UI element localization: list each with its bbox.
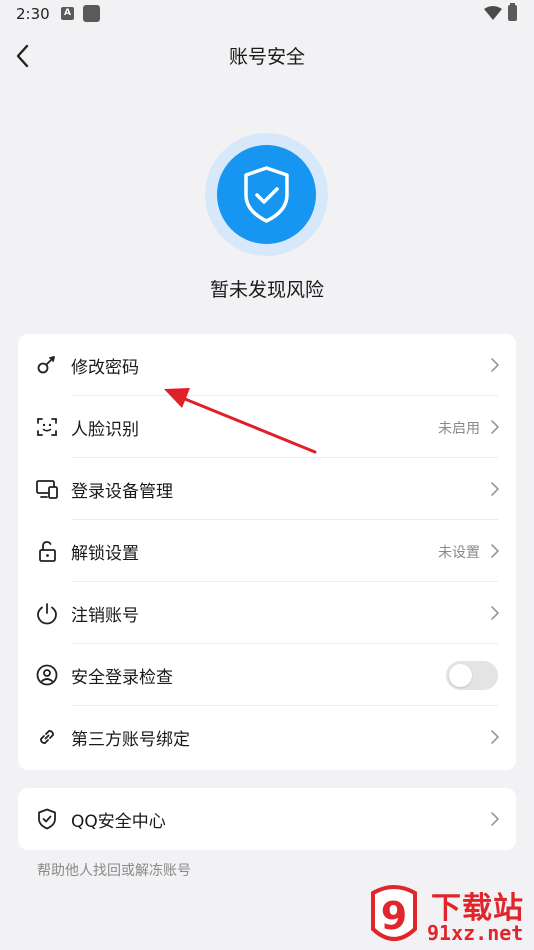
notification-square-icon (83, 5, 100, 22)
link-icon (40, 730, 54, 744)
chevron-right-icon (491, 482, 499, 496)
chevron-right-icon (491, 730, 499, 744)
menu-item-label: 解锁设置 (71, 544, 139, 564)
menu-item-label: 安全登录检查 (71, 668, 173, 688)
watermark: 9 下载站 91xz.net (365, 883, 534, 950)
menu-item-value: 未启用 (438, 421, 480, 437)
menu-item-label: 修改密码 (71, 358, 139, 378)
menu-item-label: 人脸识别 (71, 420, 139, 440)
header: 账号安全 (0, 30, 534, 80)
key-icon (37, 356, 55, 374)
status-time: 2:30 (16, 5, 50, 23)
menu-item-label: 注销账号 (71, 606, 139, 626)
menu-item-qq-security-center[interactable]: QQ安全中心 (18, 788, 516, 850)
chevron-right-icon (491, 420, 499, 434)
toggle-knob (449, 664, 472, 687)
menu-item-device-management[interactable]: 登录设备管理 (18, 458, 516, 520)
security-status-text: 暂未发现风险 (209, 279, 324, 301)
face-scan-icon (37, 418, 57, 436)
security-menu-card: 修改密码 人脸识别 未启用 登录设备管理 解锁设置 未设置 注销账号 安全登录检… (18, 334, 516, 770)
chevron-right-icon (491, 544, 499, 558)
security-shield-badge (205, 133, 328, 256)
help-others-recover-link[interactable]: 帮助他人找回或解冻账号 (37, 860, 191, 880)
menu-item-face-recognition[interactable]: 人脸识别 未启用 (18, 396, 516, 458)
watermark-logo-icon: 9 (371, 885, 417, 941)
chevron-right-icon (491, 812, 499, 826)
menu-item-label: 登录设备管理 (71, 482, 173, 502)
menu-item-value: 未设置 (438, 545, 480, 561)
watermark-logo-text: 9 (381, 894, 407, 938)
power-icon (37, 603, 57, 625)
notification-a-icon: A (61, 7, 74, 20)
shield-check-icon (38, 808, 56, 830)
qq-security-center-card: QQ安全中心 (18, 788, 516, 850)
wifi-icon (484, 6, 502, 20)
menu-item-change-password[interactable]: 修改密码 (18, 334, 516, 396)
watermark-url: 91xz.net (427, 921, 524, 945)
menu-item-label: 第三方账号绑定 (71, 730, 190, 750)
chevron-right-icon (491, 358, 499, 372)
page-title: 账号安全 (228, 46, 305, 68)
menu-item-third-party-binding[interactable]: 第三方账号绑定 (18, 706, 516, 768)
secure-login-check-toggle[interactable] (446, 661, 498, 690)
chevron-right-icon (491, 606, 499, 620)
status-bar: 2:30 A (0, 0, 534, 28)
menu-item-label: QQ安全中心 (71, 812, 166, 832)
shield-check-icon (244, 166, 289, 223)
unlock-icon (39, 541, 56, 562)
devices-icon (36, 480, 58, 499)
menu-item-secure-login-check: 安全登录检查 (18, 644, 516, 706)
battery-icon (508, 3, 517, 21)
menu-item-delete-account[interactable]: 注销账号 (18, 582, 516, 644)
user-circle-icon (36, 664, 58, 686)
menu-item-unlock-settings[interactable]: 解锁设置 未设置 (18, 520, 516, 582)
